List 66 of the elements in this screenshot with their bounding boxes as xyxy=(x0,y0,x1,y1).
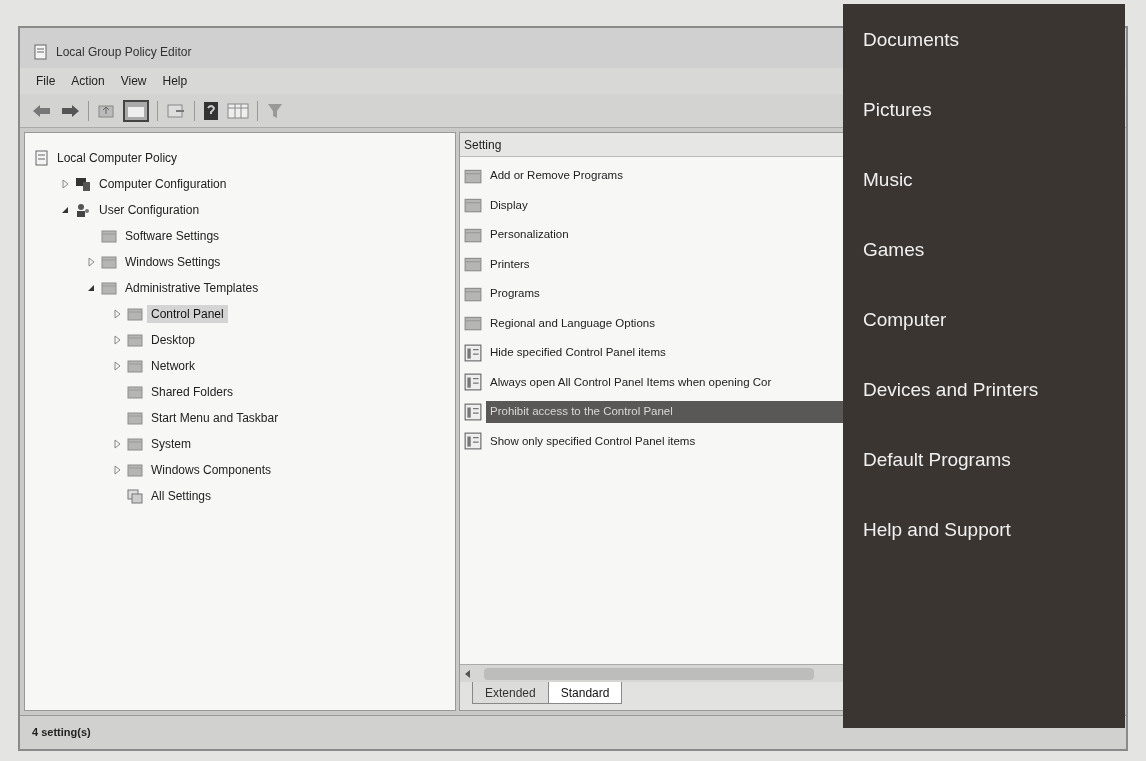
back-icon[interactable] xyxy=(32,102,52,119)
tree-item[interactable]: Network xyxy=(147,357,199,375)
filter-icon[interactable] xyxy=(266,101,284,120)
expand-arrow-icon[interactable] xyxy=(111,465,123,475)
tree-item[interactable]: Control Panel xyxy=(147,305,228,323)
tree-item[interactable]: All Settings xyxy=(147,487,216,505)
policy-setting-icon xyxy=(464,402,482,421)
policy-icon xyxy=(32,44,48,60)
folder-icon xyxy=(464,255,482,274)
tree-item[interactable]: Local Computer Policy xyxy=(53,149,182,167)
expand-arrow-icon[interactable] xyxy=(85,257,97,267)
menu-item[interactable]: Help xyxy=(162,72,188,90)
start-menu-item[interactable]: Games xyxy=(863,236,925,264)
policy-setting-icon xyxy=(464,432,482,451)
document-icon xyxy=(33,150,49,166)
tree-item[interactable]: Desktop xyxy=(147,331,200,349)
start-menu-item[interactable]: Documents xyxy=(863,26,960,54)
policy-setting-icon xyxy=(464,373,482,392)
view-tab[interactable]: Extended xyxy=(472,682,549,704)
folder-icon xyxy=(127,384,143,400)
folder-icon xyxy=(127,332,143,348)
menu-item[interactable]: View xyxy=(120,72,147,90)
folder-icon xyxy=(464,196,482,215)
start-menu-item[interactable]: Computer xyxy=(863,306,947,334)
policy-setting-icon xyxy=(464,343,482,362)
expand-arrow-icon[interactable] xyxy=(111,335,123,345)
start-menu-item[interactable]: Music xyxy=(863,166,913,194)
folder-icon xyxy=(127,358,143,374)
start-menu-item[interactable]: Help and Support xyxy=(863,516,1011,544)
folder-icon xyxy=(127,436,143,452)
tree-item[interactable]: Start Menu and Taskbar xyxy=(147,409,283,427)
folder-icon xyxy=(101,254,117,270)
folder-icon xyxy=(464,314,482,333)
start-menu-item[interactable]: Pictures xyxy=(863,96,932,124)
forward-icon[interactable] xyxy=(60,102,80,119)
folder-icon xyxy=(127,462,143,478)
scroll-thumb[interactable] xyxy=(484,667,814,680)
folder-icon xyxy=(127,306,143,322)
folder-icon xyxy=(127,410,143,426)
computer-icon xyxy=(75,176,91,192)
tree-item[interactable]: Computer Configuration xyxy=(95,175,231,193)
tree-toggle-icon[interactable] xyxy=(123,99,149,122)
menu-item[interactable]: File xyxy=(36,72,56,90)
tree-item[interactable]: Software Settings xyxy=(121,227,224,245)
expand-arrow-icon[interactable] xyxy=(59,179,71,189)
folder-icon xyxy=(101,228,117,244)
tree-item[interactable]: Shared Folders xyxy=(147,383,238,401)
tree-item[interactable]: Administrative Templates xyxy=(121,279,263,297)
settings-icon xyxy=(127,488,143,504)
help-icon[interactable] xyxy=(203,100,219,121)
start-menu-item[interactable]: Default Programs xyxy=(863,446,1011,474)
expand-arrow-icon[interactable] xyxy=(111,439,123,449)
columns-icon[interactable] xyxy=(227,101,249,120)
export-icon[interactable] xyxy=(166,101,186,120)
tree-item[interactable]: System xyxy=(147,435,195,453)
expand-arrow-icon[interactable] xyxy=(111,361,123,371)
folder-icon xyxy=(101,280,117,296)
window-title: Local Group Policy Editor xyxy=(56,44,192,61)
menu-item[interactable]: Action xyxy=(71,72,105,90)
status-text: 4 setting(s) xyxy=(32,725,91,741)
expand-arrow-icon[interactable] xyxy=(111,309,123,319)
view-tab[interactable]: Standard xyxy=(547,682,623,704)
tree-item[interactable]: Windows Settings xyxy=(121,253,225,271)
tree-item[interactable]: Windows Components xyxy=(147,461,276,479)
users-icon xyxy=(75,202,91,218)
tree-item[interactable]: User Configuration xyxy=(95,201,204,219)
